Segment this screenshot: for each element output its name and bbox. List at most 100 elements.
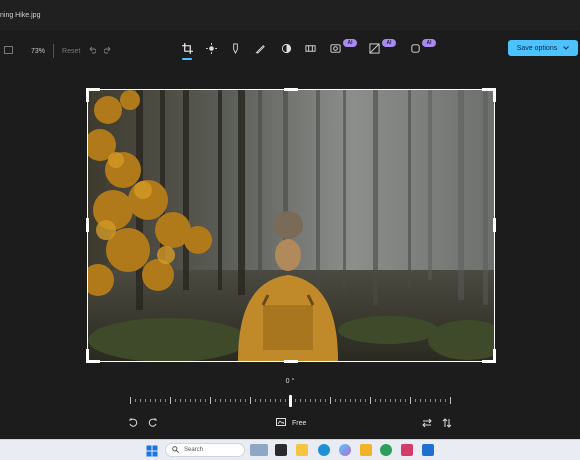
ruler-tick <box>225 399 226 402</box>
ruler-tick <box>190 399 191 402</box>
rotation-slider-knob[interactable] <box>289 395 292 407</box>
compare-icon[interactable] <box>4 46 13 56</box>
crop-handle-top[interactable] <box>284 88 298 91</box>
ruler-tick <box>340 399 341 402</box>
edge-icon[interactable] <box>318 444 330 456</box>
copilot-icon[interactable] <box>339 444 351 456</box>
crop-handle-left[interactable] <box>86 218 89 232</box>
widgets-icon[interactable] <box>250 444 268 456</box>
ruler-tick <box>370 397 371 404</box>
ruler-tick <box>255 399 256 402</box>
ruler-tick <box>165 399 166 402</box>
rotate-left-icon[interactable] <box>126 416 140 430</box>
ruler-tick <box>170 397 171 404</box>
reset-button[interactable]: Reset <box>62 48 80 55</box>
ruler-tick <box>365 399 366 402</box>
ruler-tick <box>405 399 406 402</box>
ruler-tick <box>180 399 181 402</box>
window-title: ning Hike.jpg <box>0 12 41 19</box>
crop-handle-top-right[interactable] <box>493 88 496 102</box>
flip-vertical-icon[interactable] <box>440 416 454 430</box>
filter-icon[interactable] <box>279 41 293 55</box>
ruler-tick <box>200 399 201 402</box>
ruler-tick <box>345 399 346 402</box>
ruler-tick <box>380 399 381 402</box>
ruler-tick <box>415 399 416 402</box>
ruler-tick <box>130 397 131 404</box>
photos-icon[interactable] <box>422 444 434 456</box>
ruler-tick <box>385 399 386 402</box>
ruler-tick <box>230 399 231 402</box>
edited-photo[interactable] <box>88 90 494 361</box>
task-view-icon[interactable] <box>275 444 287 456</box>
ruler-tick <box>390 399 391 402</box>
ruler-tick <box>275 399 276 402</box>
ruler-tick <box>150 399 151 402</box>
rotation-value: 0 ° <box>285 378 295 385</box>
generative-icon[interactable] <box>408 41 422 55</box>
folder-icon[interactable] <box>360 444 372 456</box>
toolbar-left: 73% Reset <box>4 44 112 58</box>
save-options-label: Save options <box>516 44 558 52</box>
crop-bottom-tools: Free <box>0 413 580 433</box>
ruler-tick <box>420 399 421 402</box>
crop-handle-bottom-left[interactable] <box>86 349 89 363</box>
ruler-tick <box>155 399 156 402</box>
edit-toolbar: 73% Reset AI AI AI <box>0 30 580 64</box>
ruler-tick <box>185 399 186 402</box>
ai-badge: AI <box>343 39 357 47</box>
redo-icon[interactable] <box>103 46 112 56</box>
ruler-tick <box>425 399 426 402</box>
search-placeholder: Search <box>184 447 204 453</box>
undo-icon[interactable] <box>88 46 97 56</box>
draw-icon[interactable] <box>253 41 267 55</box>
crop-handle-right[interactable] <box>493 218 496 232</box>
erase-icon[interactable] <box>367 41 381 55</box>
ruler-tick <box>220 399 221 402</box>
rotate-right-icon[interactable] <box>146 416 160 430</box>
crop-icon[interactable] <box>180 41 194 60</box>
ruler-tick <box>395 399 396 402</box>
file-explorer-icon[interactable] <box>296 444 308 456</box>
ruler-tick <box>315 399 316 402</box>
zoom-level[interactable]: 73% <box>31 48 45 55</box>
ruler-tick <box>430 399 431 402</box>
ruler-tick <box>135 399 136 402</box>
chrome-icon[interactable] <box>380 444 392 456</box>
taskbar-search[interactable]: Search <box>165 443 245 457</box>
taskbar: Search <box>0 439 580 460</box>
ruler-tick <box>410 397 411 404</box>
brightness-icon[interactable] <box>204 41 218 55</box>
ruler-tick <box>195 399 196 402</box>
ruler-tick <box>320 399 321 402</box>
save-options-button[interactable]: Save options <box>508 40 578 56</box>
aspect-ratio-label: Free <box>292 419 307 427</box>
markup-icon[interactable] <box>228 41 242 55</box>
store-icon[interactable] <box>401 444 413 456</box>
ruler-tick <box>330 397 331 404</box>
crop-handle-top-left[interactable] <box>86 88 89 102</box>
ruler-tick <box>280 399 281 402</box>
crop-handle-bottom[interactable] <box>284 360 298 363</box>
ruler-tick <box>265 399 266 402</box>
crop-handle-bottom-right[interactable] <box>493 349 496 363</box>
ruler-tick <box>335 399 336 402</box>
ruler-tick <box>235 399 236 402</box>
chevron-down-icon <box>563 45 570 52</box>
rotation-slider[interactable] <box>130 394 451 408</box>
ruler-tick <box>245 399 246 402</box>
ruler-tick <box>440 399 441 402</box>
ai-badge: AI <box>382 39 396 47</box>
flip-horizontal-icon[interactable] <box>420 416 434 430</box>
ruler-tick <box>375 399 376 402</box>
ruler-tick <box>145 399 146 402</box>
aspect-ratio-button[interactable]: Free <box>276 416 306 430</box>
ruler-tick <box>450 397 451 404</box>
frame-icon[interactable] <box>303 41 317 55</box>
ruler-tick <box>445 399 446 402</box>
background-icon[interactable] <box>328 41 342 55</box>
ruler-tick <box>175 399 176 402</box>
ruler-tick <box>160 399 161 402</box>
windows-start-icon[interactable] <box>146 444 158 457</box>
ruler-tick <box>215 399 216 402</box>
